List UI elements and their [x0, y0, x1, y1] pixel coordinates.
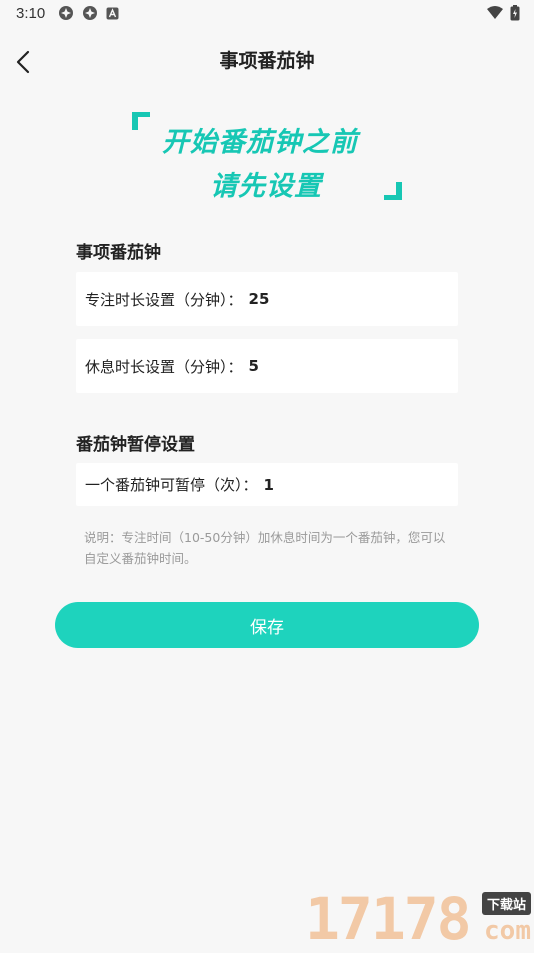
quote-close-icon — [384, 182, 402, 200]
focus-duration-value: 25 — [248, 290, 270, 308]
battery-icon — [510, 5, 520, 21]
explanation-note: 说明：专注时间（10-50分钟）加休息时间为一个番茄钟，您可以自定义番茄钟时间。 — [84, 530, 446, 566]
focus-duration-label: 专注时长设置（分钟）： — [85, 290, 243, 309]
watermark-digits: 17178 — [305, 885, 472, 953]
nav-bar: 事项番茄钟 — [0, 38, 534, 82]
watermark-suffix: com — [484, 916, 531, 946]
focus-duration-row[interactable]: 专注时长设置（分钟）： 25 — [76, 272, 458, 326]
banner: 开始番茄钟之前 请先设置 — [120, 108, 410, 208]
banner-line2: 请先设置 — [210, 171, 322, 202]
rest-duration-row[interactable]: 休息时长设置（分钟）： 5 — [76, 339, 458, 393]
status-bar: 3:10 — [0, 0, 534, 28]
wifi-icon — [487, 6, 503, 19]
pause-count-label: 一个番茄钟可暂停（次）： — [85, 476, 258, 494]
save-button[interactable]: 保存 — [55, 602, 479, 648]
pause-count-value: 1 — [263, 475, 274, 494]
watermark-badge: 下载站 — [481, 892, 531, 915]
app-notification-icon — [83, 6, 97, 20]
page-title: 事项番茄钟 — [219, 50, 315, 72]
banner-line1: 开始番茄钟之前 — [162, 127, 358, 158]
quote-open-icon — [132, 112, 150, 130]
app-notification-icon — [59, 6, 73, 20]
rest-duration-value: 5 — [248, 357, 259, 375]
watermark-logo: 17178 下载站 com — [305, 888, 533, 950]
rest-duration-label: 休息时长设置（分钟）： — [85, 357, 243, 376]
system-icons — [486, 5, 520, 21]
notification-icons — [58, 5, 119, 21]
section-title-pause: 番茄钟暂停设置 — [76, 435, 195, 455]
font-notification-icon — [106, 7, 119, 19]
section-title-pomodoro: 事项番茄钟 — [76, 243, 161, 263]
pause-count-row[interactable]: 一个番茄钟可暂停（次）： 1 — [76, 463, 458, 506]
status-time: 3:10 — [16, 5, 46, 22]
